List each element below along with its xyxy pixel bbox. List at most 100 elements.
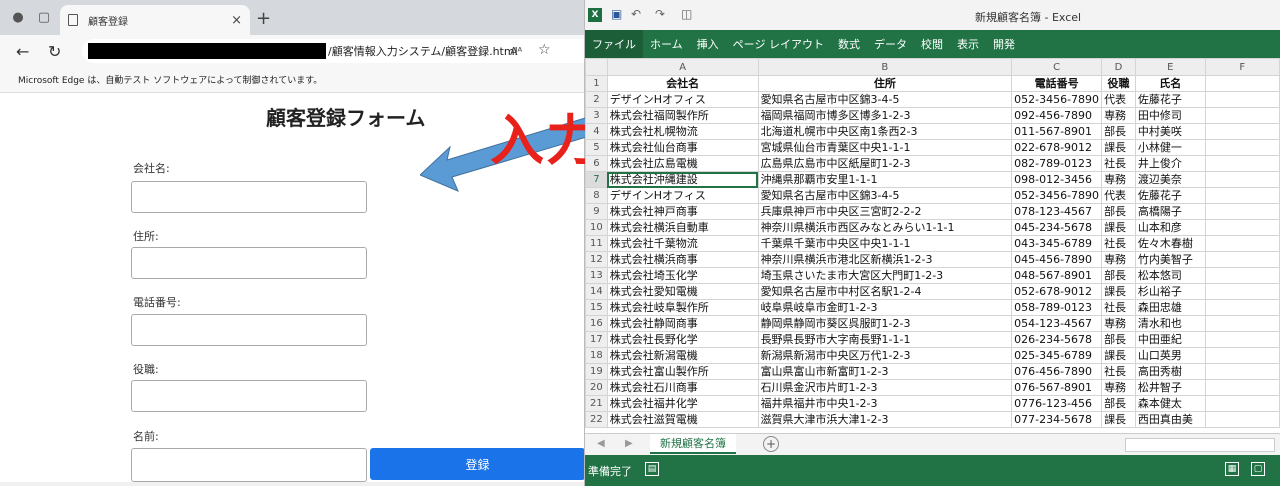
table-cell[interactable] xyxy=(1204,139,1280,156)
table-cell[interactable]: 株式会社静岡商事 xyxy=(606,315,759,332)
save-icon[interactable]: ▣ xyxy=(611,7,622,21)
table-cell[interactable]: 清水和也 xyxy=(1134,315,1206,332)
table-cell[interactable]: 部長 xyxy=(1101,267,1136,284)
table-cell[interactable]: 静岡県静岡市葵区呉服町1-2-3 xyxy=(757,315,1013,332)
table-cell[interactable]: 社長 xyxy=(1101,155,1136,172)
table-cell[interactable]: 045-456-7890 xyxy=(1011,251,1103,268)
table-cell[interactable]: 社長 xyxy=(1101,299,1136,316)
table-cell[interactable]: 代表 xyxy=(1101,187,1136,204)
table-cell[interactable]: 石川県金沢市片町1-2-3 xyxy=(757,379,1013,396)
table-cell[interactable] xyxy=(1204,363,1280,380)
table-cell[interactable]: 杉山裕子 xyxy=(1134,283,1206,300)
row-header[interactable]: 12 xyxy=(585,251,608,268)
table-cell[interactable] xyxy=(1204,347,1280,364)
column-header[interactable]: E xyxy=(1134,58,1206,76)
table-cell[interactable]: 株式会社仙台商事 xyxy=(606,139,759,156)
phone-input[interactable] xyxy=(131,314,367,346)
ribbon-tab-formulas[interactable]: 数式 xyxy=(831,30,867,58)
table-cell[interactable]: 株式会社新潟電機 xyxy=(606,347,759,364)
tab-close-icon[interactable]: × xyxy=(231,13,242,28)
table-cell[interactable] xyxy=(1204,379,1280,396)
refresh-icon[interactable]: ↻ xyxy=(48,42,61,61)
table-cell[interactable] xyxy=(1204,219,1280,236)
ribbon-tab-home[interactable]: ホーム xyxy=(643,30,690,58)
ribbon-tab-view[interactable]: 表示 xyxy=(950,30,986,58)
table-cell[interactable]: 専務 xyxy=(1101,315,1136,332)
table-cell[interactable]: 竹内美智子 xyxy=(1134,251,1206,268)
sheet-prev-icon[interactable]: ◀ xyxy=(597,438,605,449)
table-cell[interactable]: 専務 xyxy=(1101,107,1136,124)
table-cell[interactable]: 株式会社横浜自動車 xyxy=(606,219,759,236)
table-cell[interactable]: 渡辺美奈 xyxy=(1134,171,1206,188)
table-cell[interactable]: 千葉県千葉市中央区中央1-1-1 xyxy=(757,235,1013,252)
table-cell[interactable]: 部長 xyxy=(1101,123,1136,140)
horizontal-scrollbar[interactable] xyxy=(1125,438,1275,452)
address-input[interactable] xyxy=(131,247,367,279)
table-cell[interactable]: 078-123-4567 xyxy=(1011,203,1103,220)
table-cell[interactable] xyxy=(1204,123,1280,140)
table-cell[interactable]: 株式会社福岡製作所 xyxy=(606,107,759,124)
table-cell[interactable] xyxy=(1204,235,1280,252)
table-cell[interactable]: 松井智子 xyxy=(1134,379,1206,396)
add-sheet-button[interactable]: + xyxy=(763,436,779,452)
table-cell[interactable]: 福岡県福岡市博多区博多1-2-3 xyxy=(757,107,1013,124)
table-cell[interactable]: 部長 xyxy=(1101,331,1136,348)
table-cell[interactable] xyxy=(1204,331,1280,348)
browser-tab[interactable]: 顧客登録 × xyxy=(60,5,250,35)
table-cell[interactable] xyxy=(1204,267,1280,284)
table-cell[interactable]: 西田真由美 xyxy=(1134,411,1206,428)
redo-icon[interactable]: ↷ xyxy=(655,7,665,21)
table-cell[interactable]: 092-456-7890 xyxy=(1011,107,1103,124)
table-cell[interactable]: 愛知県名古屋市中区錦3-4-5 xyxy=(757,91,1013,108)
table-cell[interactable]: デザインHオフィス xyxy=(606,91,759,108)
table-cell[interactable]: 058-789-0123 xyxy=(1011,299,1103,316)
table-cell[interactable]: 株式会社札幌物流 xyxy=(606,123,759,140)
column-header[interactable]: C xyxy=(1011,58,1103,76)
table-cell[interactable]: 0776-123-456 xyxy=(1011,395,1103,412)
table-cell[interactable] xyxy=(1204,171,1280,188)
table-cell[interactable] xyxy=(1204,187,1280,204)
column-header[interactable]: B xyxy=(757,58,1013,76)
table-cell[interactable]: 愛知県名古屋市中村区名駅1-2-4 xyxy=(757,283,1013,300)
table-cell[interactable]: 専務 xyxy=(1101,379,1136,396)
table-cell[interactable]: 田中修司 xyxy=(1134,107,1206,124)
table-cell[interactable] xyxy=(1204,411,1280,428)
table-cell[interactable]: 株式会社愛知電機 xyxy=(606,283,759,300)
sheet-next-icon[interactable]: ▶ xyxy=(625,438,633,449)
row-header[interactable]: 4 xyxy=(585,123,608,140)
table-cell[interactable]: 広島県広島市中区紙屋町1-2-3 xyxy=(757,155,1013,172)
ribbon-tab-developer[interactable]: 開発 xyxy=(986,30,1022,58)
table-cell[interactable] xyxy=(1204,299,1280,316)
table-cell[interactable]: 岐阜県岐阜市金町1-2-3 xyxy=(757,299,1013,316)
register-button[interactable]: 登録 xyxy=(370,448,584,480)
sheet-tab[interactable]: 新規顧客名簿 xyxy=(650,434,736,454)
table-cell[interactable] xyxy=(1204,155,1280,172)
row-header[interactable]: 17 xyxy=(585,331,608,348)
table-cell[interactable]: 新潟県新潟市中央区万代1-2-3 xyxy=(757,347,1013,364)
table-cell[interactable]: 課長 xyxy=(1101,219,1136,236)
table-cell[interactable]: 佐藤花子 xyxy=(1134,91,1206,108)
row-header[interactable]: 5 xyxy=(585,139,608,156)
header-cell[interactable]: 電話番号 xyxy=(1011,75,1103,92)
table-cell[interactable]: 課長 xyxy=(1101,139,1136,156)
table-cell[interactable]: 部長 xyxy=(1101,203,1136,220)
ribbon-tab-insert[interactable]: 挿入 xyxy=(690,30,726,58)
row-header[interactable]: 9 xyxy=(585,203,608,220)
header-cell[interactable]: 住所 xyxy=(757,75,1013,92)
table-cell[interactable]: 076-567-8901 xyxy=(1011,379,1103,396)
row-header[interactable]: 16 xyxy=(585,315,608,332)
select-all-corner[interactable] xyxy=(585,58,608,76)
table-cell[interactable]: 佐々木春樹 xyxy=(1134,235,1206,252)
undo-icon[interactable]: ↶ xyxy=(631,7,641,21)
header-cell[interactable]: 役職 xyxy=(1101,75,1136,92)
table-cell[interactable]: 中田亜紀 xyxy=(1134,331,1206,348)
table-cell[interactable]: 022-678-9012 xyxy=(1011,139,1103,156)
table-cell[interactable]: 北海道札幌市中央区南1条西2-3 xyxy=(757,123,1013,140)
table-cell[interactable] xyxy=(1204,107,1280,124)
table-cell[interactable]: 株式会社福井化学 xyxy=(606,395,759,412)
tab-actions-icon[interactable]: ▢ xyxy=(36,9,52,25)
profile-icon[interactable]: ● xyxy=(10,9,26,25)
table-cell[interactable]: 富山県富山市新富町1-2-3 xyxy=(757,363,1013,380)
table-cell[interactable]: 森田忠雄 xyxy=(1134,299,1206,316)
address-bar[interactable]: /顧客情報入力システム/顧客登録.html Aᴬ ☆ xyxy=(82,39,584,63)
